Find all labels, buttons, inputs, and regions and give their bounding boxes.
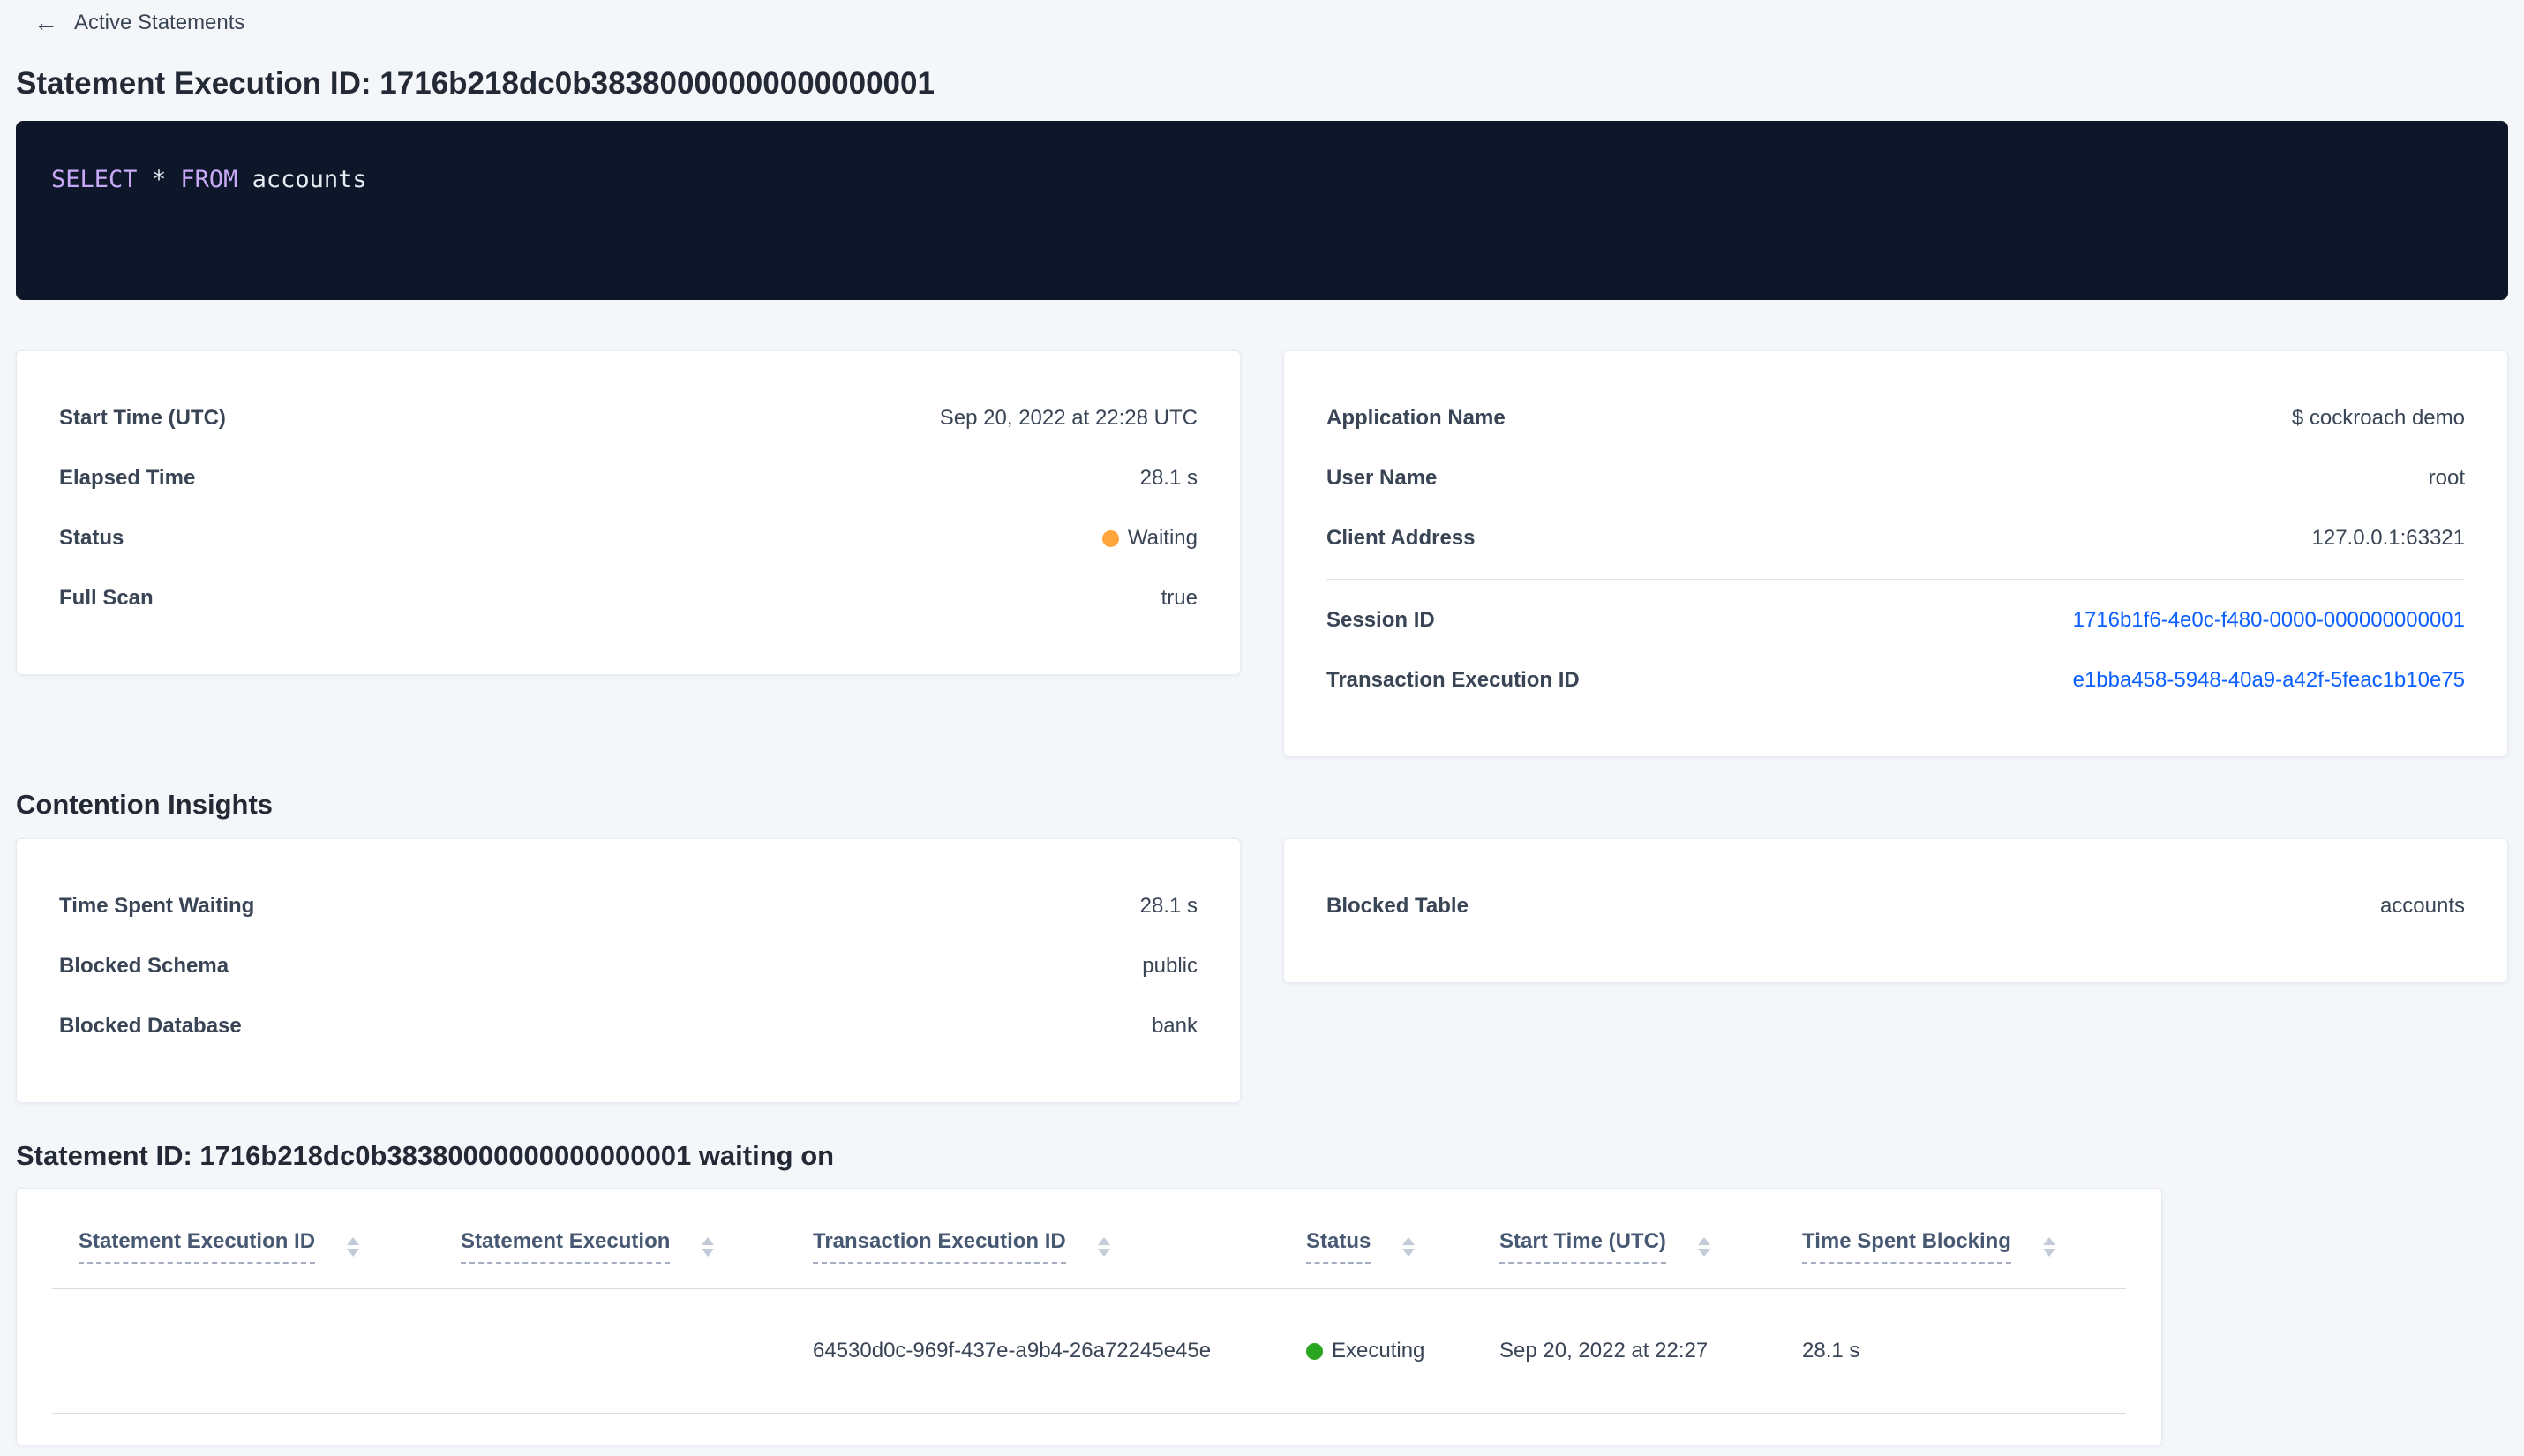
detail-row-blocked-table: Blocked Table accounts [1326, 876, 2465, 936]
session-id-link[interactable]: 1716b1f6-4e0c-f480-0000-000000000001 [2073, 608, 2465, 633]
back-link-active-statements[interactable]: ← Active Statements [34, 11, 244, 35]
execution-details-card: Start Time (UTC) Sep 20, 2022 at 22:28 U… [16, 350, 1241, 675]
detail-label: Status [59, 526, 124, 550]
detail-label: Blocked Database [59, 1014, 242, 1038]
column-header-time-spent-blocking[interactable]: Time Spent Blocking [1802, 1229, 2011, 1264]
detail-label: Application Name [1326, 406, 1506, 430]
detail-value: bank [1151, 1014, 1198, 1038]
column-header-status[interactable]: Status [1306, 1229, 1371, 1264]
detail-value: 127.0.0.1:63321 [2311, 526, 2466, 550]
detail-row-time-spent-waiting: Time Spent Waiting 28.1 s [59, 876, 1198, 936]
col-statement-execution: Statement Execution [434, 1208, 786, 1289]
column-header-statement-execution-id[interactable]: Statement Execution ID [79, 1229, 316, 1264]
status-text: Waiting [1127, 526, 1198, 550]
table-header-row: Statement Execution ID Statement Executi… [52, 1208, 2126, 1289]
sql-token: accounts [252, 166, 367, 193]
waiting-on-table: Statement Execution ID Statement Executi… [52, 1208, 2126, 1414]
detail-label: Start Time (UTC) [59, 406, 226, 430]
column-header-statement-execution[interactable]: Statement Execution [461, 1229, 671, 1264]
cell-time-spent-blocking: 28.1 s [1776, 1288, 2126, 1414]
detail-label: Transaction Execution ID [1326, 668, 1580, 692]
session-details-card: Application Name $ cockroach demo User N… [1283, 350, 2508, 757]
sql-keyword: SELECT [51, 166, 138, 193]
sql-statement-box: SELECT * FROM accounts [16, 121, 2508, 300]
col-statement-execution-id: Statement Execution ID [52, 1208, 434, 1289]
status-text: Executing [1332, 1339, 1425, 1362]
detail-row-start-time: Start Time (UTC) Sep 20, 2022 at 22:28 U… [59, 388, 1198, 448]
detail-row-elapsed-time: Elapsed Time 28.1 s [59, 448, 1198, 508]
column-header-transaction-execution-id[interactable]: Transaction Execution ID [813, 1229, 1066, 1264]
page-title: Statement Execution ID: 1716b218dc0b3838… [16, 66, 935, 101]
statement-details-page: ← Active Statements Statement Execution … [0, 0, 2524, 1445]
sort-icon[interactable] [1697, 1236, 1710, 1257]
cell-status: Executing [1280, 1288, 1473, 1414]
detail-row-client-address: Client Address 127.0.0.1:63321 [1326, 508, 2465, 568]
detail-label: User Name [1326, 466, 1438, 490]
executing-status-dot-icon [1306, 1342, 1323, 1360]
cell-statement-execution-id [52, 1288, 434, 1414]
cell-statement-execution [434, 1288, 786, 1414]
contention-cards: Time Spent Waiting 28.1 s Blocked Schema… [16, 838, 2508, 1103]
detail-value: root [2428, 466, 2465, 490]
sort-icon[interactable] [1402, 1236, 1416, 1257]
card-divider [1326, 579, 2465, 580]
sort-icon[interactable] [702, 1236, 715, 1257]
detail-label: Blocked Schema [59, 954, 229, 978]
waiting-on-table-card: Statement Execution ID Statement Executi… [16, 1188, 2162, 1445]
detail-row-blocked-database: Blocked Database bank [59, 996, 1198, 1056]
sql-keyword: FROM [180, 166, 238, 193]
detail-row-full-scan: Full Scan true [59, 568, 1198, 628]
detail-label: Time Spent Waiting [59, 894, 255, 918]
waiting-on-heading: Statement ID: 1716b218dc0b38380000000000… [16, 1140, 835, 1171]
detail-label: Session ID [1326, 608, 1435, 632]
detail-value: 28.1 s [1139, 466, 1198, 490]
col-start-time: Start Time (UTC) [1473, 1208, 1776, 1289]
col-time-spent-blocking: Time Spent Blocking [1776, 1208, 2126, 1289]
detail-label: Blocked Table [1326, 894, 1469, 918]
detail-row-transaction-execution-id: Transaction Execution ID e1bba458-5948-4… [1326, 650, 2465, 710]
col-status: Status [1280, 1208, 1473, 1289]
detail-value: accounts [2379, 894, 2465, 918]
cell-transaction-execution-id: 64530d0c-969f-437e-a9b4-26a72245e45e [786, 1288, 1280, 1414]
back-link-label: Active Statements [74, 11, 245, 34]
detail-label: Client Address [1326, 526, 1476, 550]
overview-cards: Start Time (UTC) Sep 20, 2022 at 22:28 U… [16, 350, 2508, 757]
detail-value: 28.1 s [1139, 894, 1198, 918]
detail-row-user-name: User Name root [1326, 448, 2465, 508]
sort-icon[interactable] [347, 1236, 360, 1257]
detail-row-blocked-schema: Blocked Schema public [59, 936, 1198, 996]
sql-token: * [151, 166, 167, 193]
detail-label: Elapsed Time [59, 466, 196, 490]
contention-insights-heading: Contention Insights [16, 789, 274, 820]
detail-value: $ cockroach demo [2291, 406, 2465, 430]
blocked-table-card: Blocked Table accounts [1283, 838, 2508, 983]
transaction-execution-id-link[interactable]: e1bba458-5948-40a9-a42f-5feac1b10e75 [2073, 668, 2465, 693]
detail-value: Sep 20, 2022 at 22:28 UTC [939, 406, 1198, 430]
detail-row-application-name: Application Name $ cockroach demo [1326, 388, 2465, 448]
column-header-start-time[interactable]: Start Time (UTC) [1499, 1229, 1666, 1264]
contention-waiting-card: Time Spent Waiting 28.1 s Blocked Schema… [16, 838, 1241, 1103]
back-arrow-icon: ← [34, 9, 58, 36]
status-badge: Executing [1306, 1339, 1473, 1363]
cell-start-time: Sep 20, 2022 at 22:27 [1473, 1288, 1776, 1414]
detail-row-session-id: Session ID 1716b1f6-4e0c-f480-0000-00000… [1326, 590, 2465, 650]
detail-label: Full Scan [59, 586, 154, 610]
table-row: 64530d0c-969f-437e-a9b4-26a72245e45e Exe… [52, 1288, 2126, 1414]
detail-row-status: Status Waiting [59, 508, 1198, 568]
sort-icon[interactable] [2042, 1236, 2055, 1257]
col-transaction-execution-id: Transaction Execution ID [786, 1208, 1280, 1289]
detail-value: public [1142, 954, 1198, 978]
waiting-status-dot-icon [1101, 529, 1119, 547]
detail-value: true [1161, 586, 1198, 610]
status-badge: Waiting [1101, 526, 1198, 551]
sort-icon[interactable] [1097, 1236, 1110, 1257]
